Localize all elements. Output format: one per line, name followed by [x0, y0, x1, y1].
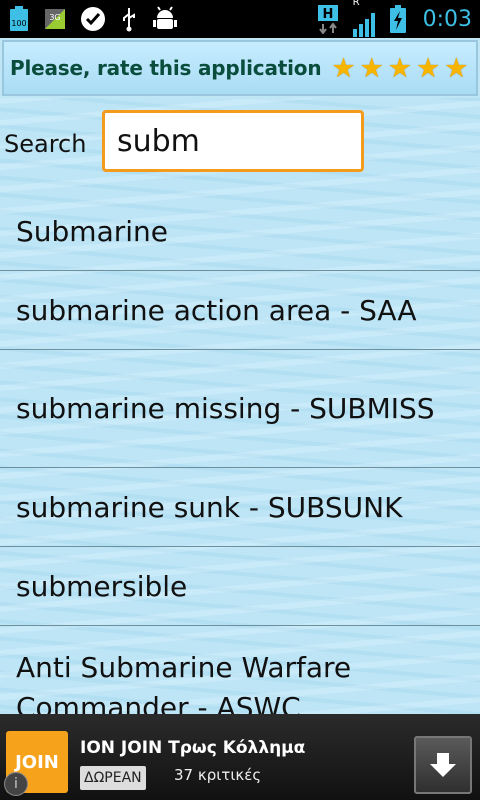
network-type-text: 3G — [49, 13, 60, 22]
list-item-text: submarine sunk - SUBSUNK — [16, 490, 403, 524]
rate-app-banner[interactable]: Please, rate this application ★ ★ ★ ★ ★ — [2, 40, 478, 96]
list-item[interactable]: submarine action area - SAA — [0, 271, 480, 350]
list-item[interactable]: submarine sunk - SUBSUNK — [0, 468, 480, 547]
android-debug-icon — [152, 6, 178, 32]
star-icon[interactable]: ★ — [331, 55, 355, 82]
star-icon[interactable]: ★ — [388, 55, 412, 82]
rate-app-text: Please, rate this application — [10, 56, 322, 80]
status-bar: 100 3G H R 0:03 — [0, 0, 480, 38]
results-list[interactable]: Submarine submarine action area - SAA su… — [0, 192, 480, 726]
signal-badge-text: H — [322, 7, 333, 22]
star-icon[interactable]: ★ — [360, 55, 384, 82]
ad-price-badge: ΔΩΡΕΑΝ — [80, 766, 146, 790]
main-content: Search Submarine submarine action area -… — [0, 98, 480, 724]
list-item[interactable]: submarine missing - SUBMISS — [0, 350, 480, 468]
battery-full-icon: 100 — [8, 5, 30, 33]
search-row: Search — [0, 98, 480, 192]
usb-icon — [120, 6, 138, 32]
clock-text: 0:03 — [422, 6, 472, 32]
search-input[interactable] — [102, 110, 364, 172]
signal-strength-icon: R — [352, 0, 375, 37]
rating-stars[interactable]: ★ ★ ★ ★ ★ — [331, 55, 468, 82]
list-item-text: submarine action area - SAA — [16, 293, 417, 327]
star-icon[interactable]: ★ — [444, 55, 468, 82]
list-item-text: submarine missing - SUBMISS — [16, 391, 435, 425]
hspa-data-icon: H — [317, 4, 339, 34]
list-item-text: submersible — [16, 569, 188, 603]
list-item[interactable]: submersible — [0, 547, 480, 626]
star-icon[interactable]: ★ — [416, 55, 440, 82]
ad-banner[interactable]: JOIN ION JOIN Τρως Κόλλημα ΔΩΡΕΑΝ 37 κρι… — [0, 714, 480, 800]
ad-reviews-count: 37 κριτικές — [174, 766, 262, 784]
battery-charging-icon — [389, 4, 407, 34]
search-label: Search — [4, 130, 87, 158]
ad-info-icon[interactable]: i — [4, 772, 28, 796]
list-item[interactable]: Anti Submarine Warfare Commander - ASWC — [0, 626, 480, 726]
download-button[interactable] — [414, 736, 472, 794]
list-item[interactable]: Submarine — [0, 192, 480, 271]
roaming-badge: R — [352, 0, 360, 8]
list-item-text: Submarine — [16, 214, 168, 248]
check-circle-icon — [80, 6, 106, 32]
mobile-data-3g-icon: 3G — [44, 7, 66, 31]
battery-level-text: 100 — [11, 19, 26, 28]
ad-title[interactable]: ION JOIN Τρως Κόλλημα — [80, 738, 305, 758]
download-arrow-icon — [430, 753, 456, 777]
